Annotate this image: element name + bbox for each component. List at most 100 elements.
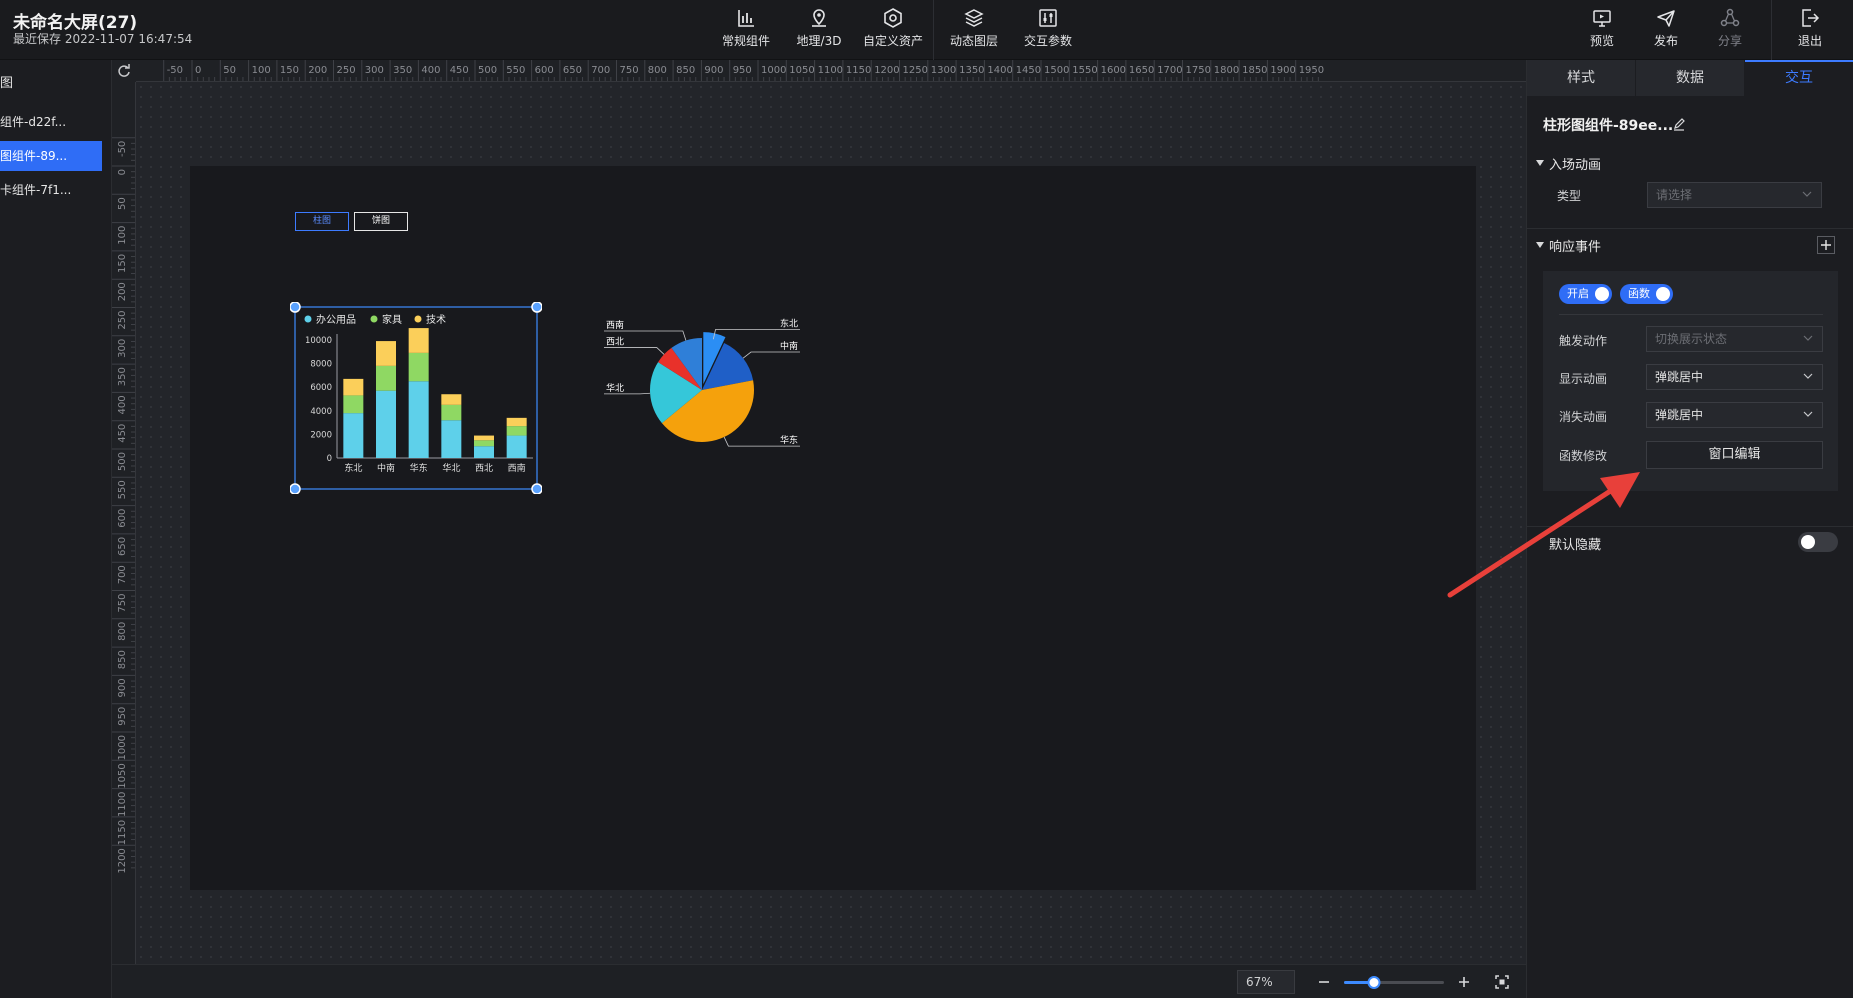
- ruler-tick-label: 1950: [1299, 65, 1324, 76]
- ruler-tick-label: 350: [393, 65, 412, 76]
- chevron-down-icon: [1803, 335, 1813, 341]
- ruler-tick-label: 1800: [1214, 65, 1239, 76]
- bar-segment: [474, 446, 494, 458]
- entry-type-label: 类型: [1557, 189, 1582, 203]
- ruler-tick-label: 600: [535, 65, 554, 76]
- slider-thumb[interactable]: [1367, 976, 1381, 989]
- fit-screen-icon[interactable]: [1494, 974, 1510, 990]
- publish-button[interactable]: 发布: [1630, 7, 1702, 53]
- resize-handle[interactable]: [290, 302, 301, 313]
- resize-handle[interactable]: [531, 302, 542, 313]
- ruler-tick-label: 1100: [117, 792, 128, 817]
- bar-segment: [506, 417, 527, 427]
- geo-3d-button[interactable]: 地理/3D: [783, 7, 855, 53]
- preview-button[interactable]: 预览: [1566, 7, 1638, 53]
- ruler-tick-label: 400: [421, 65, 440, 76]
- bar-segment: [408, 381, 429, 458]
- ruler-tick-label: 1000: [117, 735, 128, 760]
- layer-item[interactable]: 卡组件-7f1...: [0, 175, 102, 205]
- tab-style[interactable]: 样式: [1527, 60, 1635, 96]
- interaction-params-button[interactable]: 交互参数: [1012, 7, 1084, 53]
- zoom-out-icon[interactable]: [1316, 974, 1332, 990]
- ruler-tick-label: 1050: [117, 763, 128, 788]
- add-event-icon[interactable]: [1817, 236, 1835, 254]
- ruler-tick-label: 1650: [1129, 65, 1154, 76]
- ruler-tick-label: 950: [117, 707, 128, 726]
- exit-label: 退出: [1797, 34, 1822, 48]
- canvas-area[interactable]: -50 0 50 100 150 200 250 300 350 400 450 500 550 600 6…: [112, 60, 1526, 998]
- bar-segment: [506, 426, 527, 436]
- zoom-in-icon[interactable]: [1456, 974, 1472, 990]
- ruler-tick-label: 0: [117, 169, 128, 175]
- custom-assets-button[interactable]: 自定义资产: [857, 7, 929, 53]
- bar-segment: [408, 352, 429, 382]
- bar-segment: [506, 435, 527, 458]
- pie-chart-component[interactable]: 东北中南华东 华北 西北 西南: [592, 308, 812, 470]
- zoom-slider[interactable]: [1342, 972, 1448, 992]
- ruler-tick-label: 1050: [789, 65, 814, 76]
- event-function-toggle[interactable]: 函数: [1620, 284, 1673, 304]
- layer-item[interactable]: 组件-d22f...: [0, 107, 102, 137]
- window-edit-button[interactable]: 窗口编辑: [1646, 441, 1823, 469]
- ruler-corner[interactable]: [112, 60, 136, 82]
- y-tick-label: 6000: [310, 383, 332, 393]
- dynamic-layers-label: 动态图层: [949, 34, 998, 48]
- collapse-caret-icon[interactable]: [1535, 240, 1545, 250]
- refresh-icon: [118, 64, 130, 77]
- custom-assets-label: 自定义资产: [862, 34, 923, 48]
- tab-interaction[interactable]: 交互: [1745, 60, 1853, 96]
- show-animation-label: 显示动画: [1559, 372, 1608, 386]
- y-tick-label: 4000: [310, 407, 332, 417]
- trigger-action-value: 切换展示状态: [1655, 332, 1728, 346]
- ruler-tick-label: 700: [591, 65, 610, 76]
- collapse-caret-icon[interactable]: [1535, 158, 1545, 168]
- hide-animation-select[interactable]: 弹跳居中: [1646, 402, 1823, 428]
- event-card-divider: [1559, 314, 1823, 315]
- preview-label: 预览: [1589, 34, 1614, 48]
- sliders-icon: [1039, 9, 1057, 27]
- big-screen-canvas[interactable]: [190, 166, 1476, 890]
- edit-pencil-icon[interactable]: [1672, 117, 1686, 131]
- toggle-knob: [1801, 535, 1815, 549]
- ruler-tick-label: 1100: [818, 65, 843, 76]
- entry-type-select[interactable]: 请选择: [1647, 182, 1822, 208]
- resize-handle[interactable]: [290, 483, 301, 494]
- bar-chart-icon: [738, 10, 754, 27]
- y-tick-label: 8000: [310, 360, 332, 370]
- y-tick-label: 10000: [305, 336, 332, 346]
- ruler-tick-label: 850: [117, 650, 128, 669]
- legend-label: 家具: [382, 313, 402, 326]
- trigger-action-label: 触发动作: [1559, 334, 1608, 348]
- entry-animation-heading[interactable]: 入场动画: [1549, 154, 1601, 173]
- tab-data[interactable]: 数据: [1636, 60, 1744, 96]
- layer-item-selected[interactable]: 图组件-89...: [0, 141, 102, 171]
- exit-button[interactable]: 退出: [1774, 7, 1846, 53]
- ruler-tick-label: -50: [117, 141, 128, 157]
- show-animation-select[interactable]: 弹跳居中: [1646, 364, 1823, 390]
- tab-bar-chart[interactable]: 柱图: [295, 212, 349, 231]
- dynamic-layers-button[interactable]: 动态图层: [938, 7, 1010, 53]
- x-tick-label: 中南: [377, 462, 395, 474]
- ruler-tick-label: -50: [167, 65, 183, 76]
- legend-marker: [370, 315, 378, 323]
- resize-handle[interactable]: [531, 483, 542, 494]
- trigger-action-select[interactable]: 切换展示状态: [1646, 326, 1823, 352]
- default-hidden-toggle[interactable]: [1798, 532, 1838, 552]
- geo-3d-label: 地理/3D: [796, 34, 842, 48]
- layer-panel-heading: 图: [0, 76, 14, 91]
- layers-icon: [964, 9, 984, 27]
- response-events-heading[interactable]: 响应事件: [1549, 236, 1601, 255]
- pie-label: 东北: [780, 317, 798, 329]
- common-components-button[interactable]: 常规组件: [710, 7, 782, 53]
- chevron-down-icon: [1803, 411, 1813, 417]
- bar-segment: [408, 328, 429, 353]
- bar-segment: [343, 395, 364, 414]
- top-bar: 未命名大屏(27) 最近保存 2022-11-07 16:47:54 常规组件 …: [0, 0, 1853, 60]
- bar-chart-component[interactable]: 办公用品 家具 技术 10000 8000 6000 4000 2000 0 东北 中南 华东 华北 西北…: [290, 302, 542, 494]
- share-button[interactable]: 分享: [1694, 7, 1766, 53]
- toolbar-divider: [1771, 0, 1772, 60]
- zoom-value[interactable]: 67%: [1237, 970, 1295, 994]
- event-enable-toggle[interactable]: 开启: [1559, 284, 1612, 304]
- entry-type-value: 请选择: [1656, 188, 1693, 202]
- tab-pie-chart[interactable]: 饼图: [354, 212, 408, 231]
